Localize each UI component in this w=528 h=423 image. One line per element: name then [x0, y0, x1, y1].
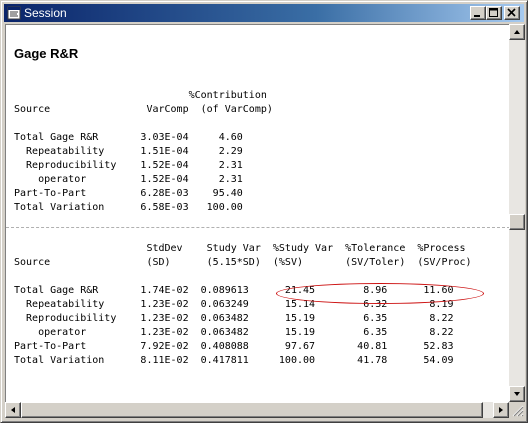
resize-grip-icon — [512, 405, 524, 417]
varcomp-header-line1: %Contribution — [14, 90, 267, 101]
study-row: Reproducibility 1.23E-02 0.063482 15.19 … — [14, 313, 454, 324]
varcomp-row: Total Variation 6.58E-03 100.00 — [14, 202, 243, 213]
session-window-icon — [7, 6, 21, 20]
study-header-line1: StdDev Study Var %Study Var %Tolerance %… — [14, 243, 466, 254]
close-button[interactable] — [504, 6, 520, 20]
vertical-scroll-thumb[interactable] — [509, 214, 525, 230]
minimize-button[interactable] — [470, 6, 486, 20]
varcomp-row: Repeatability 1.51E-04 2.29 — [14, 146, 243, 157]
section-separator — [6, 227, 510, 228]
varcomp-row: operator 1.52E-04 2.31 — [14, 174, 243, 185]
report-heading: Gage R&R — [14, 46, 79, 61]
close-icon — [507, 8, 516, 17]
resize-grip[interactable] — [509, 402, 525, 418]
maximize-button[interactable] — [486, 6, 502, 20]
minimize-icon — [474, 15, 480, 17]
horizontal-scrollbar[interactable] — [5, 402, 509, 418]
varcomp-row: Total Gage R&R 3.03E-04 4.60 — [14, 132, 243, 143]
window-title: Session — [24, 6, 67, 20]
arrow-left-icon — [11, 407, 15, 413]
scroll-down-button[interactable] — [509, 386, 525, 402]
study-row: Part-To-Part 7.92E-02 0.408088 97.67 40.… — [14, 341, 454, 352]
session-window: Session Gage R&R %Contribution Source Va… — [0, 0, 528, 423]
arrow-up-icon — [514, 30, 520, 34]
vertical-scrollbar[interactable] — [509, 24, 525, 402]
arrow-right-icon — [499, 407, 503, 413]
study-row: operator 1.23E-02 0.063482 15.19 6.35 8.… — [14, 327, 454, 338]
scroll-left-button[interactable] — [5, 402, 21, 418]
highlight-ellipse — [276, 283, 484, 304]
varcomp-row: Reproducibility 1.52E-04 2.31 — [14, 160, 243, 171]
horizontal-scroll-thumb[interactable] — [21, 402, 483, 418]
arrow-down-icon — [514, 392, 520, 396]
varcomp-header-line2: Source VarComp (of VarComp) — [14, 104, 273, 115]
title-bar[interactable]: Session — [4, 4, 524, 22]
varcomp-row: Part-To-Part 6.28E-03 95.40 — [14, 188, 243, 199]
study-row: Total Variation 8.11E-02 0.417811 100.00… — [14, 355, 454, 366]
study-header-line2: Source (SD) (5.15*SD) (%SV) (SV/Toler) (… — [14, 257, 472, 268]
scroll-right-button[interactable] — [493, 402, 509, 418]
maximize-icon — [489, 8, 498, 17]
session-output-pane[interactable]: Gage R&R %Contribution Source VarComp (o… — [5, 24, 510, 403]
scroll-up-button[interactable] — [509, 24, 525, 40]
